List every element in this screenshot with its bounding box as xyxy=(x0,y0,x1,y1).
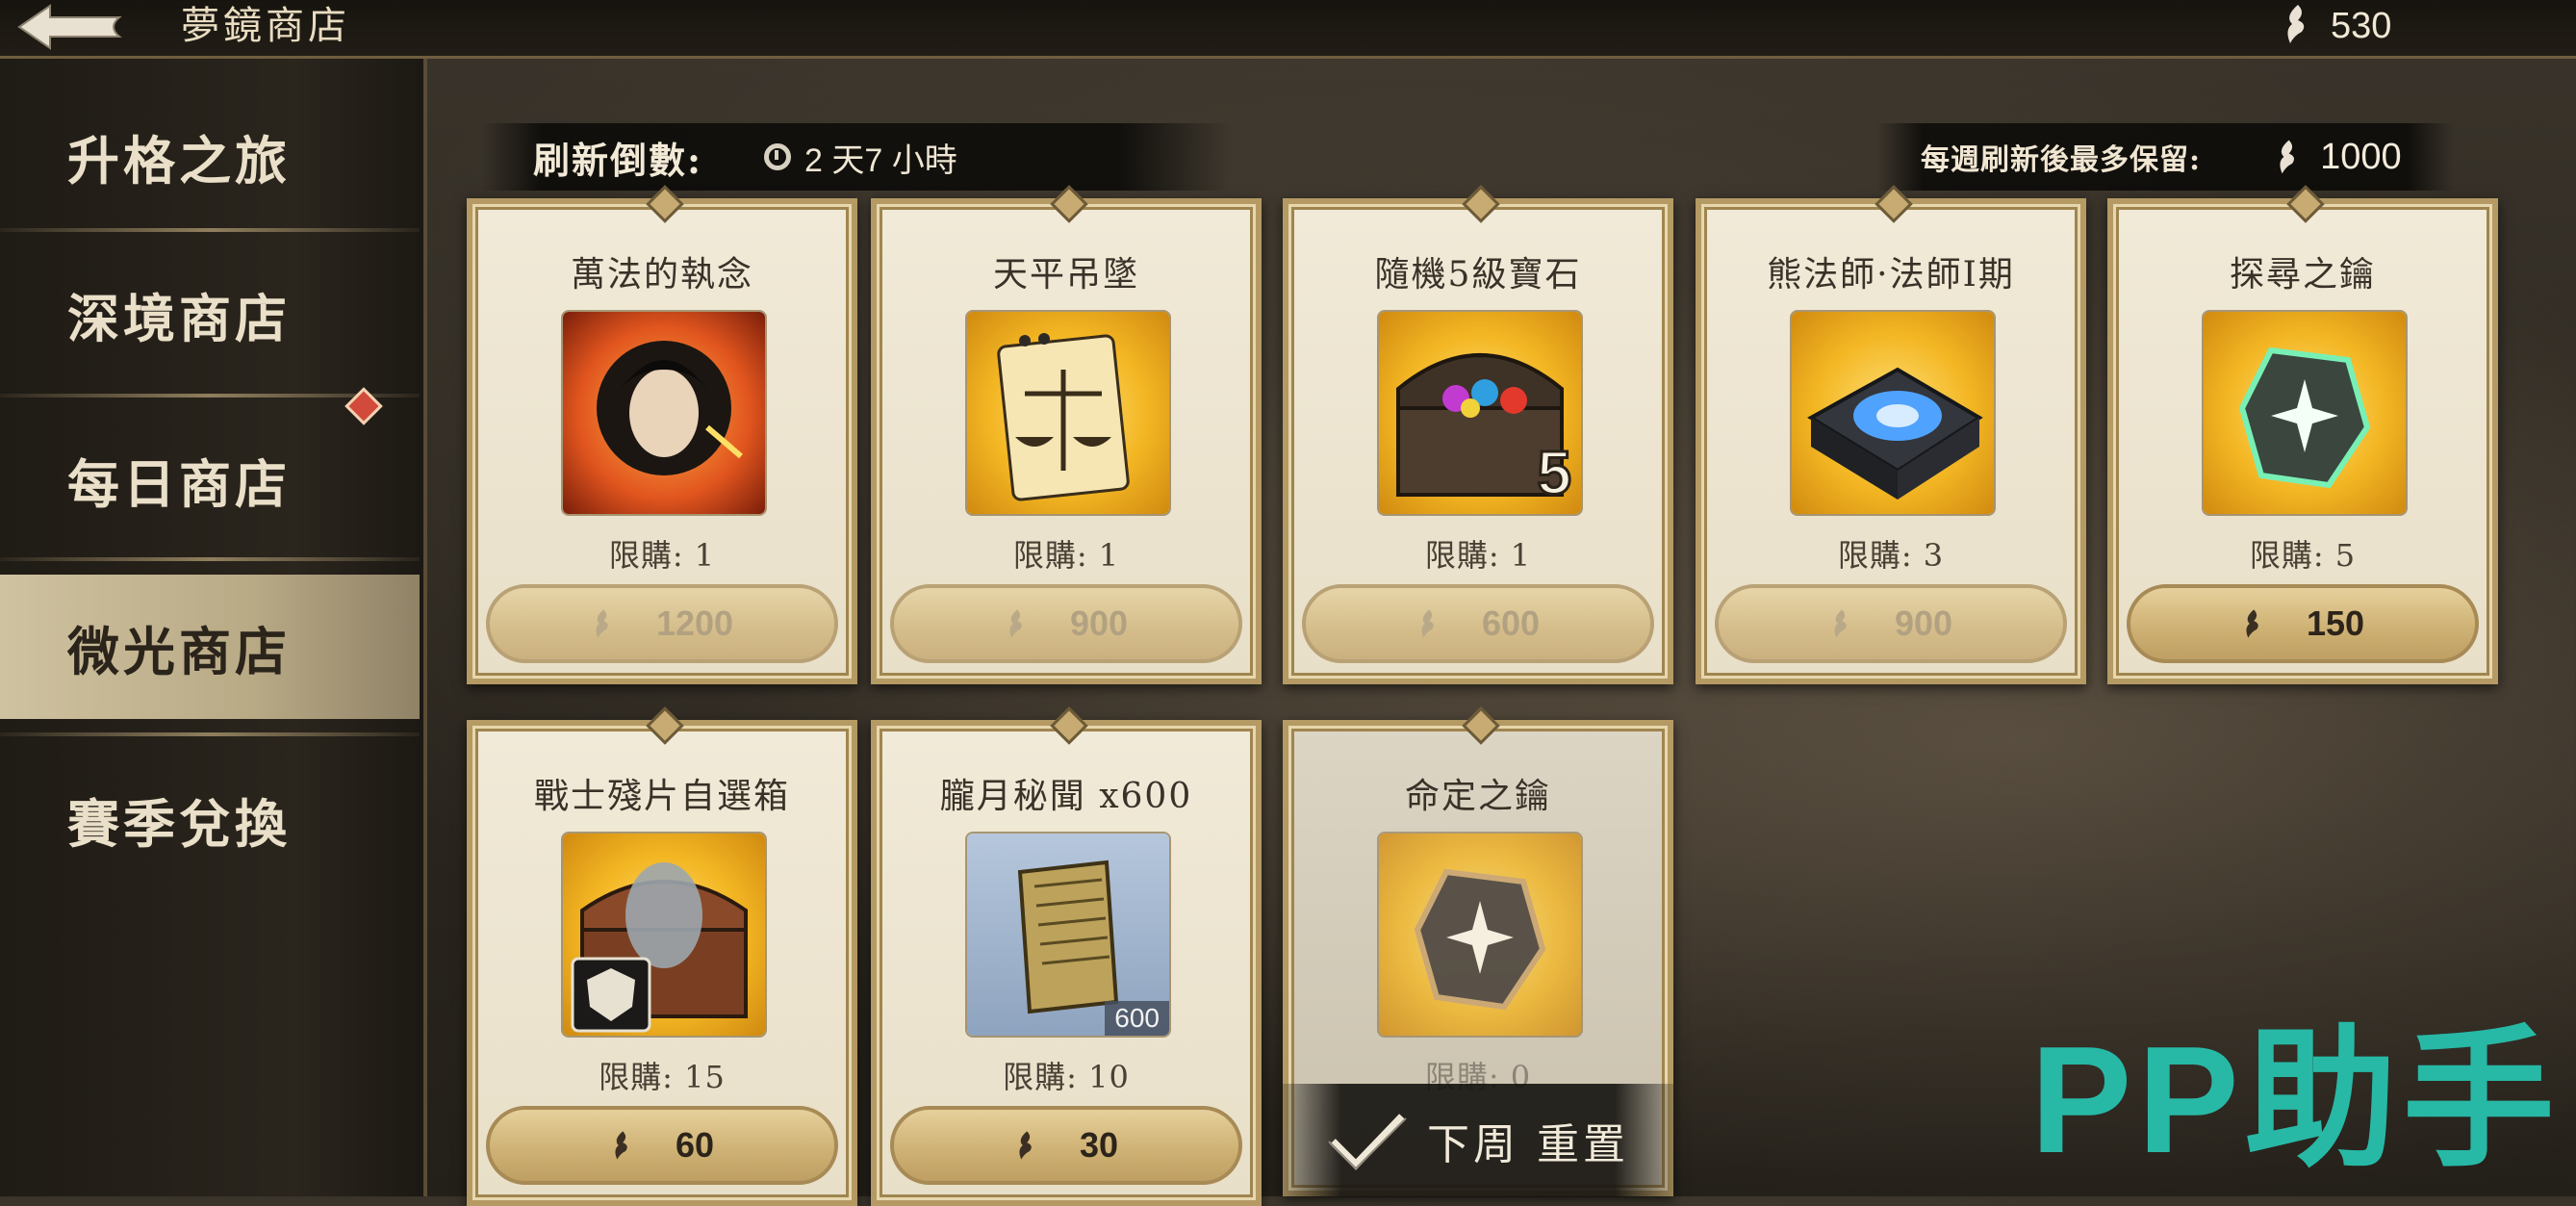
crest-currency-icon xyxy=(1019,1131,1032,1160)
reset-text: 下周 重置 xyxy=(1427,1120,1629,1169)
refresh-countdown-bar: 刷新倒數: 2 天7 小時 xyxy=(481,123,1232,191)
back-arrow-icon xyxy=(17,4,122,50)
scale-pendant-icon xyxy=(967,312,1169,514)
quantity-badge: 600 xyxy=(1105,1001,1169,1036)
sidebar-item-abyss-shop[interactable]: 深境商店 xyxy=(0,232,420,396)
purchase-limit: 限購: 1 xyxy=(1012,537,1120,574)
page-title: 夢鏡商店 xyxy=(181,4,350,48)
seeker-key-icon xyxy=(2204,312,2406,514)
purchase-limit: 限購: 1 xyxy=(1424,537,1532,574)
sidebar-divider xyxy=(0,732,420,736)
sidebar-item-label: 每日商店 xyxy=(67,452,291,515)
shop-item-card[interactable]: 萬法的執念 限購: 1 1200 xyxy=(467,198,857,684)
item-price: 600 xyxy=(1481,603,1541,643)
purchase-limit: 限購: 3 xyxy=(1837,537,1945,574)
buy-button[interactable]: 600 xyxy=(1302,584,1654,663)
purchase-limit: 限購: 1 xyxy=(608,537,716,574)
item-price: 1200 xyxy=(655,603,734,643)
sidebar-item-daily-shop[interactable]: 每日商店 xyxy=(0,398,420,561)
checkmark-icon xyxy=(1328,1114,1407,1170)
item-price: 900 xyxy=(1894,603,1953,643)
purchase-limit: 限購: 15 xyxy=(599,1059,726,1095)
gem-chest-icon: 5 xyxy=(1379,312,1581,514)
weekly-keep-label: 每週刷新後最多保留: xyxy=(1921,143,2202,177)
buy-button[interactable]: 30 xyxy=(890,1106,1242,1185)
refresh-value: 2 天7 小時 xyxy=(804,141,957,179)
buy-button[interactable]: 60 xyxy=(486,1106,838,1185)
buy-button[interactable]: 150 xyxy=(2127,584,2479,663)
weekly-keep-bar: 每週刷新後最多保留: 1000 xyxy=(1876,123,2454,191)
shop-item-card[interactable]: 天平吊墜 限購: 1 900 xyxy=(871,198,1262,684)
weekly-reset-banner: 下周 重置 xyxy=(1283,1084,1673,1197)
sidebar-item-label: 升格之旅 xyxy=(67,129,291,192)
crest-currency-icon xyxy=(1834,609,1847,638)
purchase-limit: 限購: 5 xyxy=(2249,537,2357,574)
purchase-limit: 限購: 10 xyxy=(1003,1059,1130,1095)
scroll-icon: 600 xyxy=(967,834,1169,1036)
sidebar-item-label: 深境商店 xyxy=(67,287,291,349)
gem-level-badge: 5 xyxy=(1536,437,1573,509)
item-name: 萬法的執念 xyxy=(570,255,753,295)
refresh-label: 刷新倒數: xyxy=(533,138,703,182)
item-name: 天平吊墜 xyxy=(992,255,1139,295)
sidebar-item-season-exchange[interactable]: 賽季兌換 xyxy=(0,737,420,901)
sidebar-item-glimmer-shop[interactable]: 微光商店 xyxy=(0,575,420,719)
buy-button[interactable]: 900 xyxy=(890,584,1242,663)
currency-display: 530 xyxy=(2281,2,2391,50)
sidebar-divider xyxy=(0,557,420,561)
buy-button[interactable]: 900 xyxy=(1715,584,2067,663)
shop-item-card[interactable]: 朧月秘聞 x600 600 限購: 10 30 xyxy=(871,720,1262,1206)
refresh-icon xyxy=(764,143,792,170)
currency-amount: 530 xyxy=(2331,5,2392,46)
sidebar-item-ascension[interactable]: 升格之旅 xyxy=(0,74,420,238)
item-name: 探尋之鑰 xyxy=(2229,255,2376,295)
shop-item-card[interactable]: 戰士殘片自選箱 限購: 15 60 xyxy=(467,720,857,1206)
item-price: 30 xyxy=(1079,1125,1119,1165)
item-name: 熊法師·法師I期 xyxy=(1767,255,2015,295)
watermark-logo: PP助手 xyxy=(2030,1015,2561,1185)
buy-button[interactable]: 1200 xyxy=(486,584,838,663)
sidebar: 升格之旅 深境商店 每日商店 微光商店 賽季兌換 xyxy=(0,59,427,1196)
shop-item-card[interactable]: 熊法師·法師I期 限購: 3 900 xyxy=(1696,198,2086,684)
shop-item-card[interactable]: 隨機5級寶石 5 限購: 1 600 xyxy=(1283,198,1673,684)
weekly-keep-amount: 1000 xyxy=(2274,137,2402,178)
crest-currency-icon xyxy=(1421,609,1434,638)
crest-currency-icon xyxy=(2246,609,2258,638)
item-name: 命定之鑰 xyxy=(1404,777,1551,816)
item-price: 900 xyxy=(1069,603,1129,643)
shop-item-card[interactable]: 探尋之鑰 限購: 5 150 xyxy=(2107,198,2498,684)
crest-currency-icon xyxy=(615,1131,627,1160)
destiny-key-icon xyxy=(1379,834,1581,1036)
hero-portrait-icon xyxy=(563,312,765,514)
item-price: 150 xyxy=(2306,603,2365,643)
item-price: 60 xyxy=(675,1125,715,1165)
shop-item-card-soldout: 命定之鑰 限購: 0 下周 重置 xyxy=(1283,720,1673,1197)
crest-currency-icon xyxy=(596,609,608,638)
spellbook-icon xyxy=(1792,312,1994,514)
crest-currency-icon xyxy=(1009,609,1022,638)
item-name: 戰士殘片自選箱 xyxy=(533,777,790,816)
back-button[interactable] xyxy=(12,2,127,52)
item-name: 朧月秘聞 x600 xyxy=(939,777,1193,816)
weekly-keep-value: 1000 xyxy=(2320,136,2402,177)
crest-currency-icon xyxy=(2281,3,2309,49)
sidebar-item-label: 微光商店 xyxy=(67,620,291,682)
top-bar: 夢鏡商店 530 xyxy=(0,0,2576,59)
sidebar-item-label: 賽季兌換 xyxy=(67,792,291,855)
item-name: 隨機5級寶石 xyxy=(1374,255,1582,295)
warrior-shard-chest-icon xyxy=(563,834,765,1036)
crest-currency-icon xyxy=(2280,140,2295,174)
refresh-countdown: 2 天7 小時 xyxy=(764,134,957,181)
